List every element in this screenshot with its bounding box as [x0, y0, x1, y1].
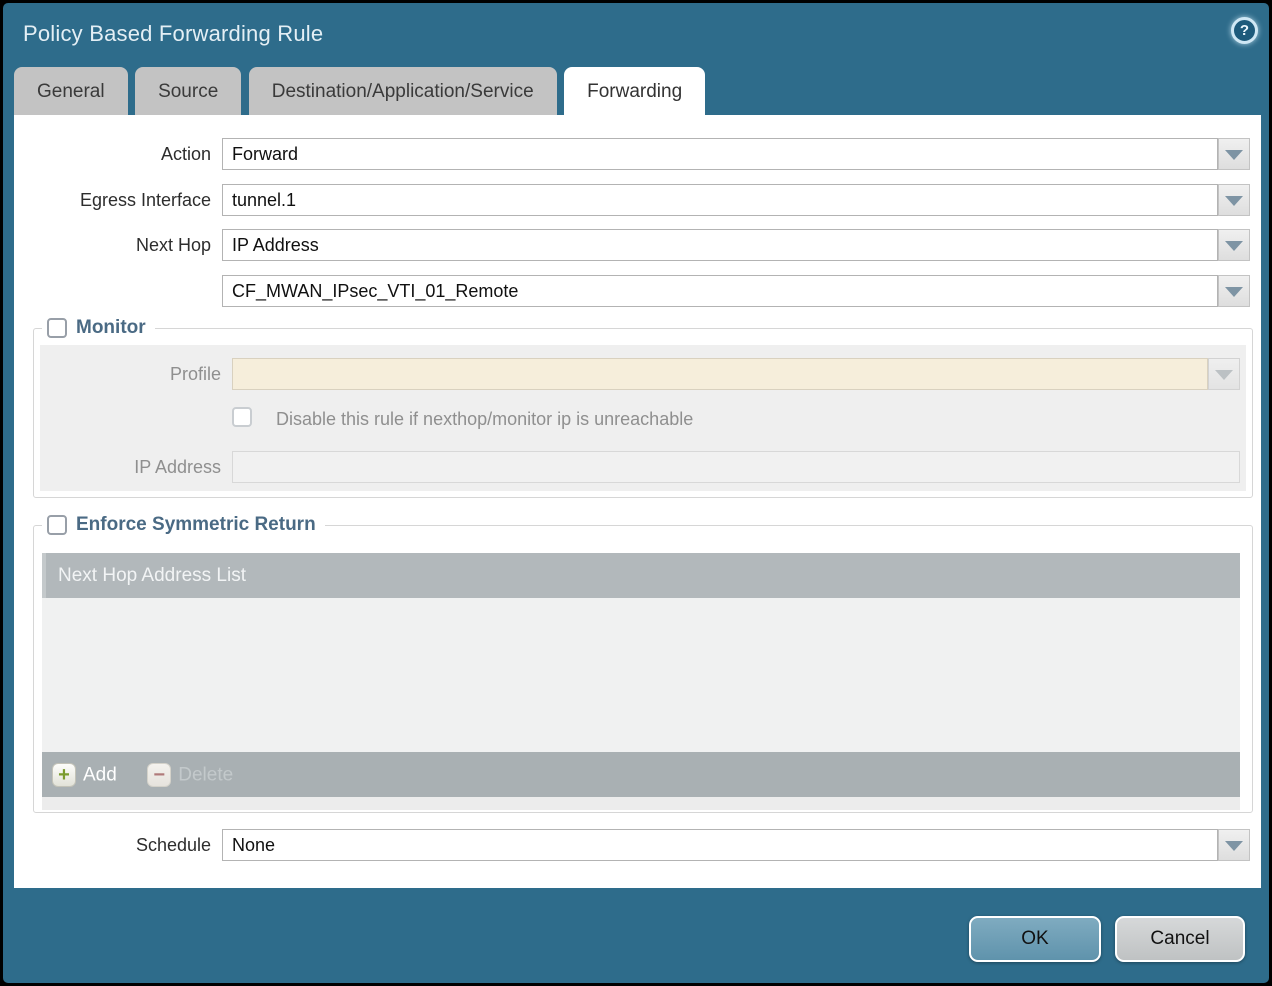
- plus-icon: +: [52, 763, 76, 787]
- chevron-down-icon: [1225, 241, 1243, 251]
- next-hop-address-list-toolbar: + Add −Delete: [42, 752, 1240, 797]
- action-label: Action: [14, 138, 211, 170]
- dialog-title: Policy Based Forwarding Rule: [23, 21, 323, 47]
- cancel-button[interactable]: Cancel: [1115, 916, 1245, 962]
- monitor-legend: Monitor: [42, 315, 155, 341]
- schedule-row: Schedule None: [14, 829, 1261, 861]
- table-bottom-strip: [42, 797, 1240, 810]
- next-hop-address-row: CF_MWAN_IPsec_VTI_01_Remote: [14, 275, 1261, 307]
- disable-rule-checkbox: [232, 407, 252, 427]
- policy-based-forwarding-dialog: Policy Based Forwarding Rule ? General S…: [3, 3, 1269, 983]
- add-button[interactable]: + Add: [52, 752, 117, 797]
- tab-general[interactable]: General: [14, 67, 128, 115]
- ip-address-label: IP Address: [14, 451, 221, 483]
- next-hop-select[interactable]: IP Address: [222, 229, 1218, 261]
- schedule-dropdown-button[interactable]: [1218, 829, 1250, 861]
- monitor-section-title: Monitor: [76, 315, 146, 341]
- chevron-down-icon: [1225, 841, 1243, 851]
- next-hop-address-list-header: Next Hop Address List: [42, 553, 1240, 598]
- disable-rule-label: Disable this rule if nexthop/monitor ip …: [276, 407, 693, 431]
- next-hop-address-select[interactable]: CF_MWAN_IPsec_VTI_01_Remote: [222, 275, 1218, 307]
- schedule-select[interactable]: None: [222, 829, 1218, 861]
- tab-destination-application-service[interactable]: Destination/Application/Service: [249, 67, 557, 115]
- egress-interface-dropdown-button[interactable]: [1218, 184, 1250, 216]
- help-icon[interactable]: ?: [1231, 17, 1258, 44]
- enforce-symmetric-return-checkbox[interactable]: [47, 515, 67, 535]
- next-hop-address-dropdown-button[interactable]: [1218, 275, 1250, 307]
- enforce-symmetric-return-legend: Enforce Symmetric Return: [42, 512, 325, 538]
- egress-interface-label: Egress Interface: [14, 184, 211, 216]
- action-row: Action Forward: [14, 138, 1261, 170]
- schedule-label: Schedule: [14, 829, 211, 861]
- ip-address-row: IP Address: [14, 451, 1261, 483]
- action-select[interactable]: Forward: [222, 138, 1218, 170]
- chevron-down-icon: [1225, 196, 1243, 206]
- chevron-down-icon: [1225, 287, 1243, 297]
- next-hop-row: Next Hop IP Address: [14, 229, 1261, 261]
- chevron-down-icon: [1225, 150, 1243, 160]
- next-hop-address-list-table: Next Hop Address List + Add −Delete: [42, 553, 1240, 810]
- ok-button[interactable]: OK: [969, 916, 1101, 962]
- delete-button-label: Delete: [178, 764, 233, 785]
- ip-address-input: [232, 451, 1240, 483]
- monitor-checkbox[interactable]: [47, 318, 67, 338]
- tab-forwarding[interactable]: Forwarding: [564, 67, 705, 115]
- profile-dropdown-button: [1208, 358, 1240, 390]
- chevron-down-icon: [1215, 370, 1233, 380]
- next-hop-label: Next Hop: [14, 229, 211, 261]
- next-hop-dropdown-button[interactable]: [1218, 229, 1250, 261]
- minus-icon: −: [147, 763, 171, 787]
- delete-button: −Delete: [147, 752, 233, 797]
- forwarding-tab-panel: Action Forward Egress Interface tunnel.1…: [14, 115, 1261, 888]
- profile-row: Profile: [14, 358, 1261, 390]
- tab-bar: General Source Destination/Application/S…: [14, 67, 708, 115]
- disable-rule-row: Disable this rule if nexthop/monitor ip …: [232, 407, 1132, 431]
- egress-interface-row: Egress Interface tunnel.1: [14, 184, 1261, 216]
- egress-interface-select[interactable]: tunnel.1: [222, 184, 1218, 216]
- add-button-label: Add: [83, 764, 117, 785]
- profile-select: [232, 358, 1208, 390]
- profile-label: Profile: [14, 358, 221, 390]
- tab-source[interactable]: Source: [135, 67, 241, 115]
- next-hop-address-list-body: [42, 598, 1240, 752]
- action-dropdown-button[interactable]: [1218, 138, 1250, 170]
- enforce-symmetric-return-title: Enforce Symmetric Return: [76, 512, 316, 538]
